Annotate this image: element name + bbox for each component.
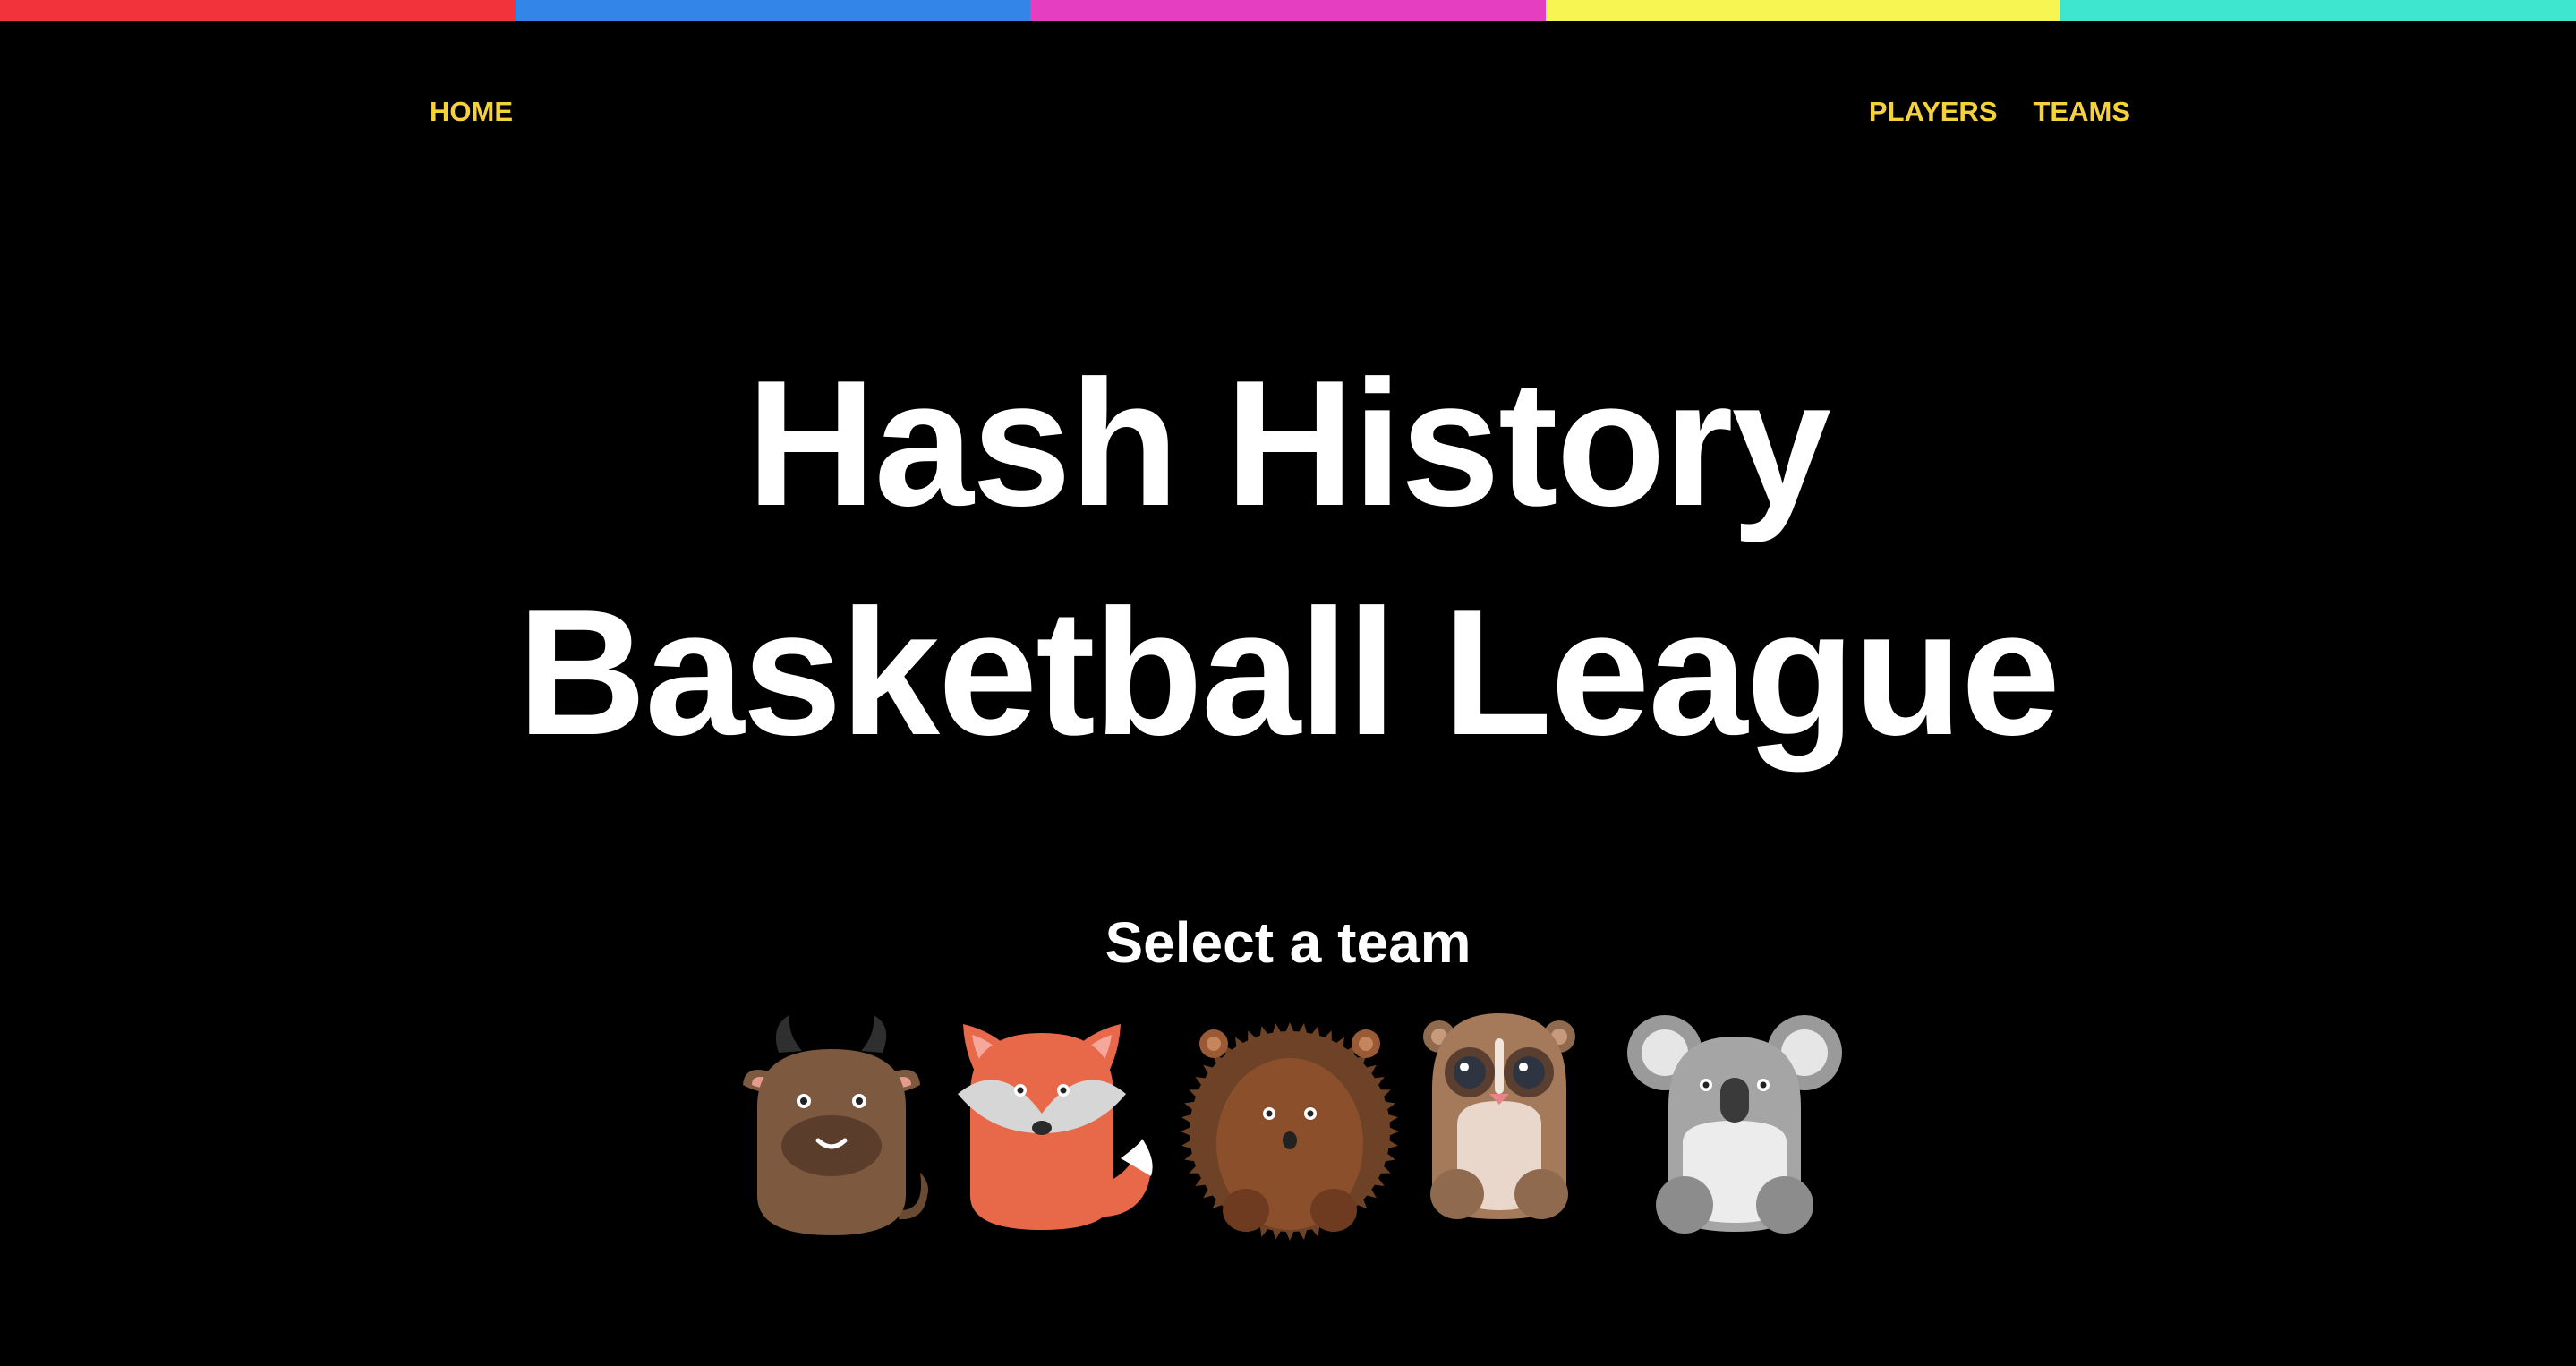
- stripe-segment-red: [0, 0, 516, 21]
- fox-icon: [958, 1024, 1153, 1230]
- team-selector: [725, 1008, 1844, 1250]
- nav-home-link[interactable]: HOME: [430, 96, 513, 128]
- stripe-segment-yellow: [1545, 0, 2061, 21]
- top-navigation: HOME PLAYERS TEAMS: [430, 90, 2130, 134]
- bull-icon: [743, 1015, 928, 1235]
- lemur-icon: [1423, 1013, 1575, 1219]
- stripe-segment-blue: [515, 0, 1031, 21]
- nav-teams-link[interactable]: TEAMS: [2034, 96, 2131, 128]
- select-team-heading: Select a team: [1105, 910, 1471, 975]
- nav-right-group: PLAYERS TEAMS: [1869, 96, 2130, 128]
- team-bull-button[interactable]: [725, 1008, 949, 1250]
- koala-icon: [1627, 1015, 1842, 1234]
- stripe-segment-pink: [1030, 0, 1546, 21]
- team-lemur-button[interactable]: [1418, 1008, 1588, 1250]
- team-koala-button[interactable]: [1627, 1008, 1844, 1250]
- team-hedgehog-button[interactable]: [1176, 1008, 1400, 1250]
- page-title: Hash History Basketball League: [0, 329, 2576, 788]
- team-fox-button[interactable]: [951, 1008, 1174, 1250]
- page-title-line-2: Basketball League: [516, 573, 2060, 773]
- stripe-segment-teal: [2060, 0, 2576, 21]
- page-title-line-1: Hash History: [746, 344, 1831, 543]
- top-color-stripe: [0, 0, 2576, 21]
- nav-players-link[interactable]: PLAYERS: [1869, 96, 1998, 128]
- hedgehog-icon: [1181, 1022, 1399, 1241]
